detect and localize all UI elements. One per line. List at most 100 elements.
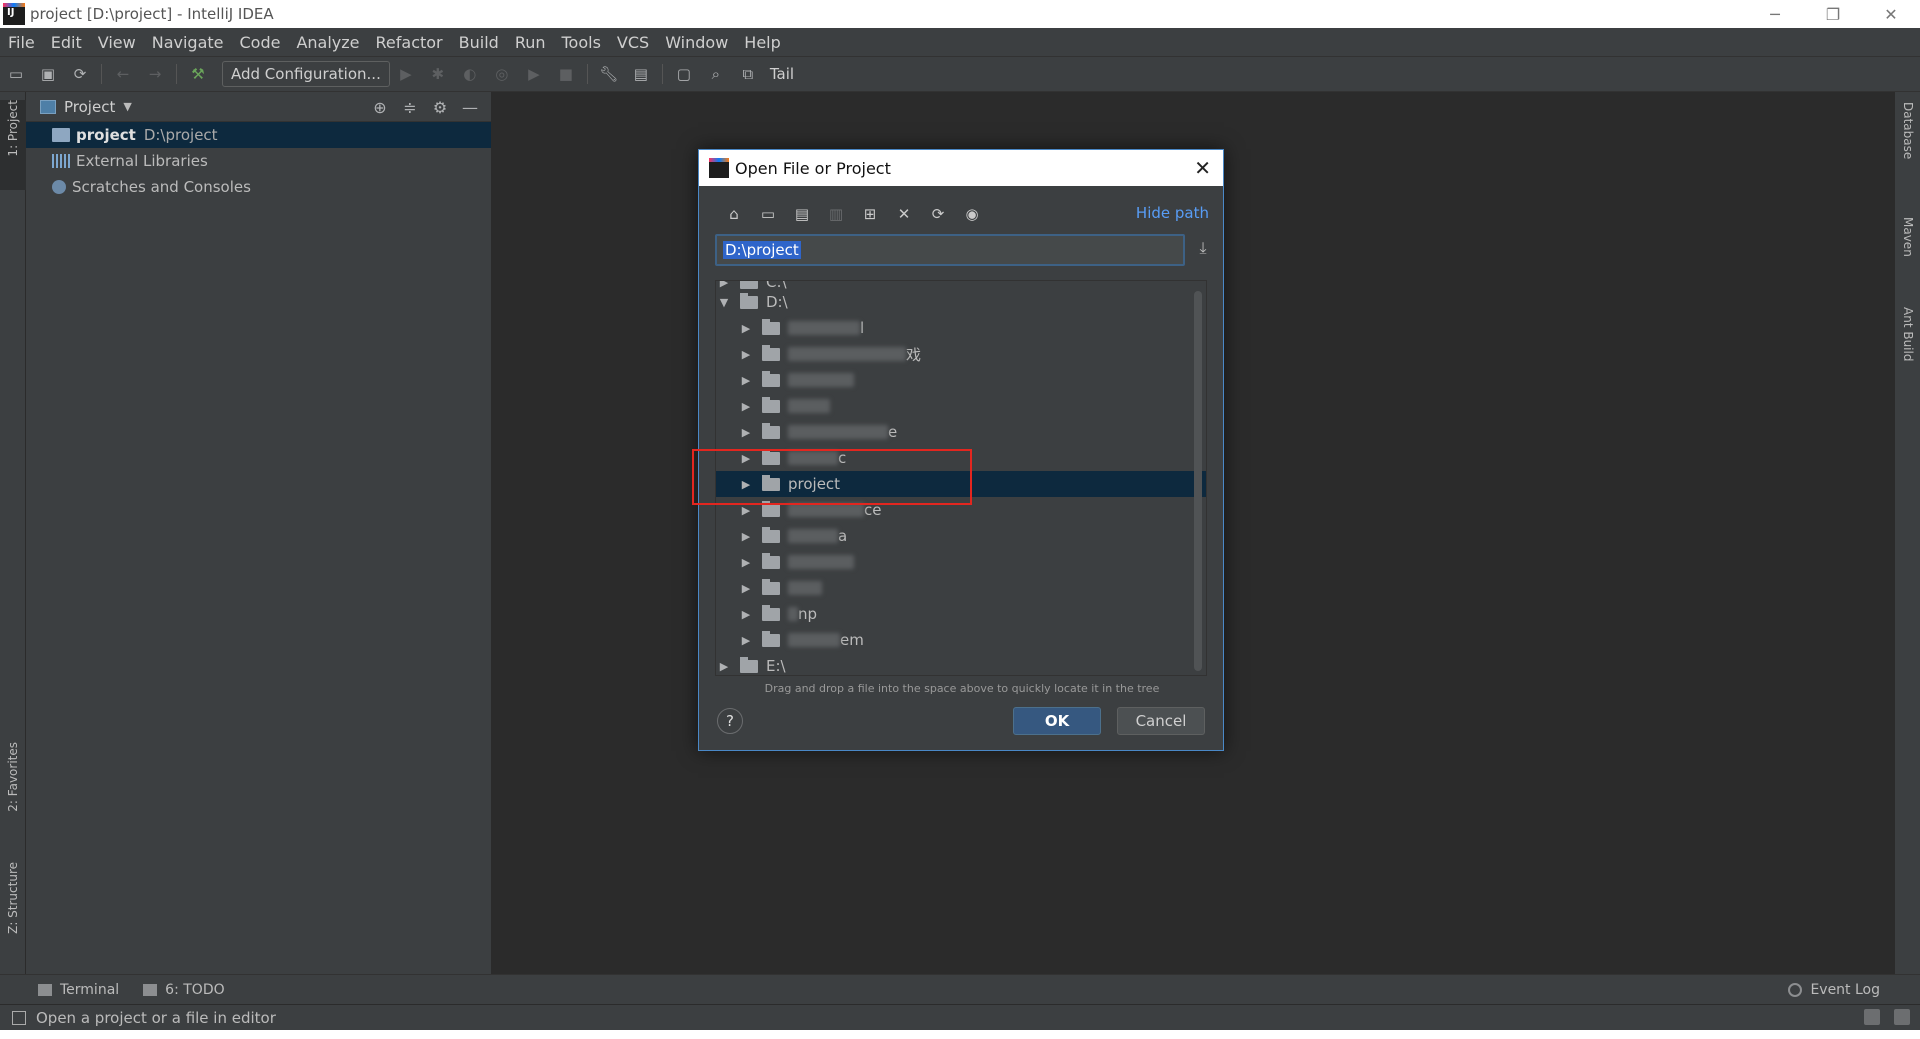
module-folder-icon[interactable]: ▥: [821, 201, 851, 227]
vcs-icon[interactable]: ⧉: [735, 61, 761, 87]
add-configuration-button[interactable]: Add Configuration...: [222, 61, 390, 87]
tool-windows-toggle-icon[interactable]: [12, 1010, 26, 1025]
tree-row[interactable]: ▶ np: [716, 601, 1206, 627]
expand-arrow-icon[interactable]: ▶: [738, 556, 754, 569]
search-icon[interactable]: ⌕: [703, 61, 729, 87]
expand-arrow-icon[interactable]: ▶: [738, 504, 754, 517]
expand-arrow-icon[interactable]: ▶: [738, 322, 754, 335]
stop-icon[interactable]: ■: [553, 61, 579, 87]
menu-refactor[interactable]: Refactor: [368, 33, 451, 52]
coverage-icon[interactable]: ◐: [457, 61, 483, 87]
expand-arrow-icon[interactable]: ▶: [738, 608, 754, 621]
close-icon[interactable]: ✕: [1194, 156, 1211, 180]
event-log-button[interactable]: Event Log: [1788, 975, 1880, 1005]
menu-file[interactable]: File: [0, 33, 43, 52]
menu-view[interactable]: View: [90, 33, 144, 52]
refresh-icon[interactable]: ⟳: [923, 201, 953, 227]
tree-row-c-drive[interactable]: ▶ C:\: [716, 281, 1206, 289]
expand-arrow-icon[interactable]: ▶: [738, 348, 754, 361]
home-icon[interactable]: ⌂: [719, 201, 749, 227]
expand-arrow-icon[interactable]: ▶: [716, 660, 732, 673]
folder-label-fragment: e: [888, 423, 898, 441]
tab-terminal[interactable]: Terminal: [14, 982, 119, 998]
wrench-settings-icon[interactable]: 🔧︎: [596, 61, 622, 87]
hide-path-link[interactable]: Hide path: [1136, 204, 1209, 222]
project-structure-icon[interactable]: ▤: [628, 61, 654, 87]
tree-row[interactable]: ▶ em: [716, 627, 1206, 653]
close-button[interactable]: ✕: [1862, 0, 1920, 28]
resume-icon[interactable]: ▶: [521, 61, 547, 87]
tree-row[interactable]: ▶: [716, 575, 1206, 601]
hide-icon[interactable]: —: [455, 98, 485, 117]
open-folder-icon[interactable]: ▭: [3, 61, 29, 87]
tree-row[interactable]: ▶: [716, 549, 1206, 575]
lock-icon[interactable]: [1864, 1009, 1880, 1025]
expand-arrow-icon[interactable]: ▶: [738, 582, 754, 595]
ok-button[interactable]: OK: [1013, 707, 1101, 735]
tree-row[interactable]: ▶ 戏: [716, 341, 1206, 367]
debug-icon[interactable]: ✱: [425, 61, 451, 87]
forward-arrow-icon[interactable]: →: [142, 61, 168, 87]
new-folder-icon[interactable]: ⊞: [855, 201, 885, 227]
collapse-arrow-icon[interactable]: ▼: [716, 296, 732, 309]
tree-row[interactable]: ▶ l: [716, 315, 1206, 341]
profile-icon[interactable]: ◎: [489, 61, 515, 87]
gear-icon[interactable]: ⚙: [425, 98, 455, 117]
expand-arrow-icon[interactable]: ▶: [738, 374, 754, 387]
tab-maven[interactable]: Maven: [1895, 217, 1920, 257]
menu-navigate[interactable]: Navigate: [144, 33, 232, 52]
tab-structure[interactable]: Z: Structure: [0, 862, 26, 934]
expand-arrow-icon[interactable]: ▶: [716, 281, 732, 289]
menu-edit[interactable]: Edit: [43, 33, 90, 52]
menu-tools[interactable]: Tools: [554, 33, 609, 52]
desktop-icon[interactable]: ▭: [753, 201, 783, 227]
project-root-row[interactable]: project D:\project: [26, 122, 491, 148]
tab-favorites[interactable]: 2: Favorites: [0, 742, 26, 812]
tail-button[interactable]: Tail: [770, 65, 794, 83]
project-panel-title[interactable]: Project: [64, 98, 115, 116]
expand-arrow-icon[interactable]: ▶: [738, 634, 754, 647]
run-icon[interactable]: ▶: [393, 61, 419, 87]
download-icon[interactable]: ⤓: [1193, 238, 1213, 262]
expand-arrow-icon[interactable]: ▶: [738, 400, 754, 413]
tree-row[interactable]: ▶: [716, 367, 1206, 393]
back-arrow-icon[interactable]: ←: [110, 61, 136, 87]
build-hammer-icon[interactable]: ⚒: [185, 61, 211, 87]
menu-help[interactable]: Help: [736, 33, 788, 52]
menu-code[interactable]: Code: [232, 33, 289, 52]
inspector-icon[interactable]: [1894, 1009, 1910, 1025]
show-hidden-icon[interactable]: ◉: [957, 201, 987, 227]
status-bar: Open a project or a file in editor: [0, 1004, 1920, 1030]
tree-row-e-drive[interactable]: ▶ E:\: [716, 653, 1206, 675]
delete-icon[interactable]: ✕: [889, 201, 919, 227]
menu-build[interactable]: Build: [451, 33, 507, 52]
cancel-button[interactable]: Cancel: [1117, 707, 1205, 735]
chevron-down-icon[interactable]: ▼: [123, 100, 131, 113]
tab-ant-build[interactable]: Ant Build: [1895, 307, 1920, 361]
tab-project[interactable]: 1: Project: [0, 100, 26, 190]
save-icon[interactable]: ▣: [35, 61, 61, 87]
tree-row-d-drive[interactable]: ▼ D:\: [716, 289, 1206, 315]
tab-database[interactable]: Database: [1895, 102, 1920, 159]
menu-window[interactable]: Window: [657, 33, 736, 52]
external-libraries-row[interactable]: External Libraries: [26, 148, 491, 174]
expand-arrow-icon[interactable]: ▶: [738, 530, 754, 543]
scratches-row[interactable]: Scratches and Consoles: [26, 174, 491, 200]
menu-run[interactable]: Run: [507, 33, 554, 52]
minimize-button[interactable]: ─: [1746, 0, 1804, 28]
project-folder-icon[interactable]: ▤: [787, 201, 817, 227]
terminal-window-icon[interactable]: ▢: [671, 61, 697, 87]
locate-icon[interactable]: ⊕: [365, 98, 395, 117]
tree-scrollbar[interactable]: [1194, 291, 1202, 671]
help-button[interactable]: ?: [717, 708, 743, 734]
tree-row[interactable]: ▶ e: [716, 419, 1206, 445]
menu-vcs[interactable]: VCS: [609, 33, 657, 52]
tree-row[interactable]: ▶ a: [716, 523, 1206, 549]
collapse-all-icon[interactable]: ≑: [395, 98, 425, 117]
expand-arrow-icon[interactable]: ▶: [738, 426, 754, 439]
tree-row[interactable]: ▶: [716, 393, 1206, 419]
restore-button[interactable]: ❐: [1804, 0, 1862, 28]
sync-icon[interactable]: ⟳: [67, 61, 93, 87]
menu-analyze[interactable]: Analyze: [288, 33, 367, 52]
tab-todo[interactable]: 6: TODO: [133, 982, 225, 998]
